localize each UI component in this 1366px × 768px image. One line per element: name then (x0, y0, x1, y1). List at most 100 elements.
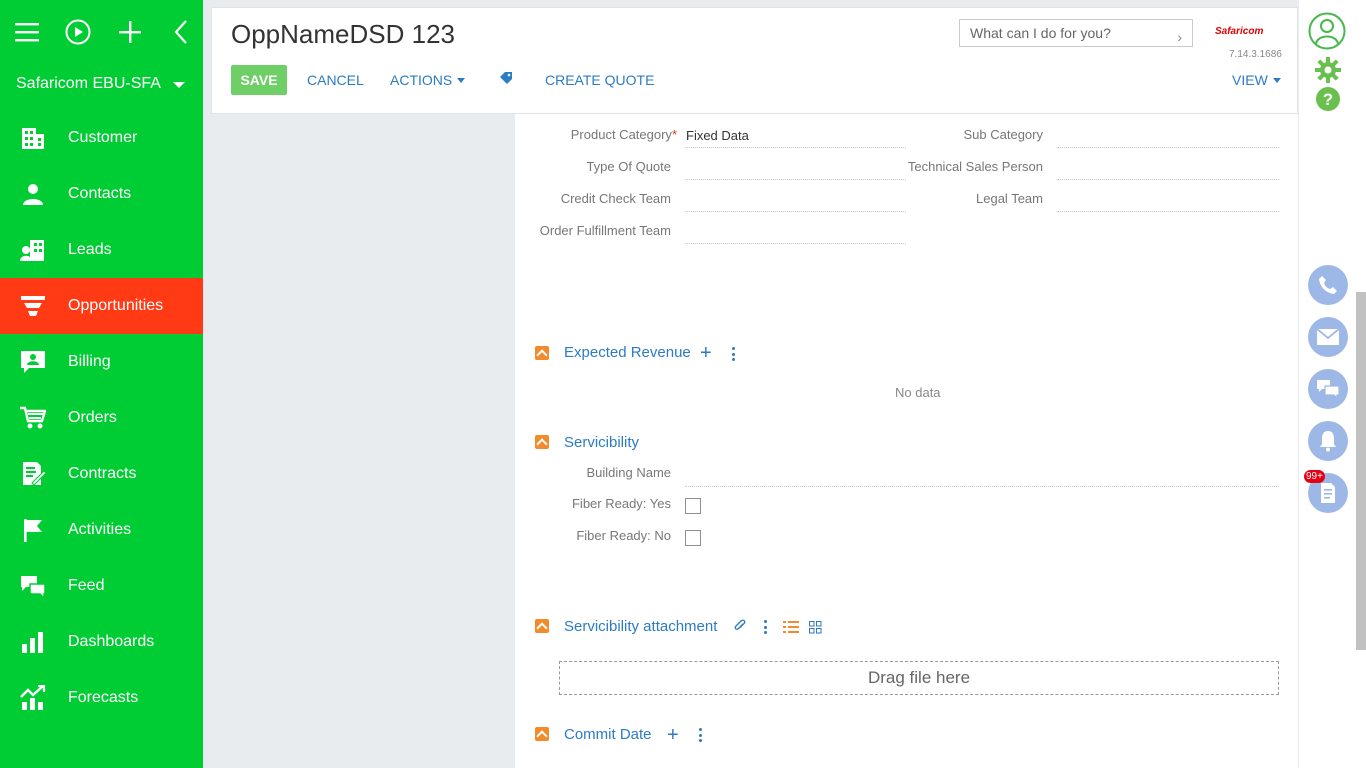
hamburger-menu-icon[interactable] (14, 18, 40, 46)
add-icon[interactable] (117, 18, 143, 46)
sidebar-item-contracts[interactable]: Contracts (0, 446, 203, 502)
person-icon (23, 184, 43, 205)
sidebar-toolbar (0, 0, 203, 64)
sidebar-item-label: Contracts (68, 465, 137, 482)
save-button[interactable]: SAVE (231, 65, 287, 95)
version-label: 7.14.3.1686 (1229, 49, 1282, 60)
type-of-quote-field[interactable] (685, 179, 906, 180)
fiber-ready-yes-label: Fiber Ready: Yes (571, 496, 671, 511)
contract-icon (23, 462, 46, 486)
sidebar-item-orders[interactable]: Orders (0, 390, 203, 446)
sidebar-item-label: Billing (68, 353, 111, 370)
bar-chart-icon (22, 632, 43, 653)
expected-revenue-more-icon[interactable] (731, 347, 735, 361)
chat-icon (21, 576, 46, 599)
cancel-button[interactable]: CANCEL (307, 72, 364, 88)
workspace-label: Safaricom EBU-SFA (16, 75, 161, 92)
fiber-ready-no-checkbox[interactable] (685, 530, 701, 546)
technical-sales-person-label: Technical Sales Person (907, 159, 1043, 174)
commit-date-collapse-icon[interactable] (535, 727, 549, 741)
view-label: VIEW (1232, 72, 1268, 88)
sidebar-item-activities[interactable]: Activities (0, 502, 203, 558)
play-process-icon[interactable] (65, 18, 91, 46)
chevron-right-icon: › (1177, 29, 1182, 45)
sidebar-item-label: Feed (68, 577, 105, 594)
sidebar-item-label: Orders (68, 409, 117, 426)
sub-category-field[interactable] (1057, 147, 1279, 148)
phone-icon[interactable] (1308, 265, 1348, 305)
servicibility-title[interactable]: Servicibility (564, 434, 639, 451)
credit-check-team-field[interactable] (685, 211, 906, 212)
sidebar-item-billing[interactable]: Billing (0, 334, 203, 390)
workspace-selector[interactable]: Safaricom EBU-SFA (0, 64, 203, 104)
billing-icon (21, 351, 45, 373)
cart-icon (20, 406, 46, 429)
sidebar-item-customer[interactable]: Customer (0, 110, 203, 166)
paperclip-icon[interactable] (734, 619, 746, 638)
sidebar-item-label: Dashboards (68, 633, 155, 650)
sidebar-item-contacts[interactable]: Contacts (0, 166, 203, 222)
mail-icon[interactable] (1308, 317, 1348, 357)
servicibility-attachment-collapse-icon[interactable] (535, 619, 549, 633)
file-dropzone[interactable]: Drag file here (559, 661, 1279, 695)
view-button[interactable]: VIEW (1232, 72, 1281, 88)
sidebar-item-opportunities[interactable]: Opportunities (0, 278, 203, 334)
avatar-icon[interactable] (1308, 12, 1346, 55)
expected-revenue-empty-text: No data (895, 385, 941, 400)
commit-date-more-icon[interactable] (698, 728, 702, 742)
create-quote-button[interactable]: CREATE QUOTE (545, 72, 654, 88)
fiber-ready-yes-checkbox[interactable] (685, 498, 701, 514)
technical-sales-person-field[interactable] (1057, 179, 1279, 180)
expected-revenue-collapse-icon[interactable] (535, 346, 549, 360)
chat-icon[interactable] (1308, 369, 1348, 409)
servicibility-collapse-icon[interactable] (535, 435, 549, 449)
sidebar-item-label: Contacts (68, 185, 132, 202)
safaricom-logo: Safaricom (1215, 26, 1263, 37)
grid-view-icon[interactable] (809, 621, 822, 639)
logo-text: Safaricom (1215, 26, 1264, 37)
vertical-scrollbar[interactable] (1356, 292, 1366, 650)
flag-icon (24, 519, 42, 542)
order-fulfillment-team-label: Order Fulfillment Team (539, 223, 671, 238)
product-category-field[interactable] (685, 147, 906, 148)
fiber-ready-no-label: Fiber Ready: No (576, 528, 671, 543)
actions-label: ACTIONS (390, 72, 453, 88)
svg-text:?: ? (1323, 90, 1333, 109)
sidebar-item-feed[interactable]: Feed (0, 558, 203, 614)
right-panel: ? 99+ (1299, 0, 1366, 768)
funnel-icon (21, 296, 45, 316)
sidebar-item-forecasts[interactable]: Forecasts (0, 670, 203, 726)
servicibility-attachment-title[interactable]: Servicibility attachment (564, 618, 717, 635)
actions-button[interactable]: ACTIONS (390, 72, 466, 88)
attachment-more-icon[interactable] (763, 620, 767, 634)
sidebar-item-label: Leads (68, 241, 112, 258)
commit-date-title[interactable]: Commit Date (564, 726, 652, 743)
sidebar-item-label: Forecasts (68, 689, 139, 706)
building-name-field[interactable] (685, 486, 1279, 487)
order-fulfillment-team-field[interactable] (685, 243, 906, 244)
search-input[interactable]: What can I do for you? › (959, 19, 1193, 47)
sidebar-item-dashboards[interactable]: Dashboards (0, 614, 203, 670)
expected-revenue-title[interactable]: Expected Revenue (564, 344, 691, 361)
sidebar-item-label: Opportunities (68, 297, 164, 314)
gear-icon[interactable] (1315, 57, 1341, 88)
page-title: OppNameDSD 123 (231, 19, 455, 49)
add-expected-revenue-icon[interactable]: + (700, 343, 712, 363)
dropzone-text: Drag file here (867, 668, 971, 687)
sidebar-item-leads[interactable]: Leads (0, 222, 203, 278)
legal-team-field[interactable] (1057, 211, 1279, 212)
product-category-label: Product Category* (570, 127, 677, 142)
type-of-quote-label: Type Of Quote (586, 159, 671, 174)
add-commit-date-icon[interactable]: + (667, 725, 679, 745)
tag-icon[interactable] (499, 71, 513, 88)
chevron-down-icon (457, 77, 466, 83)
collapse-chevron-left-icon[interactable] (168, 18, 194, 46)
bell-icon[interactable] (1308, 421, 1348, 461)
sidebar-item-label: Customer (68, 129, 138, 146)
search-placeholder: What can I do for you? (970, 25, 1111, 41)
product-category-value[interactable]: Fixed Data (686, 128, 749, 143)
forecast-icon (20, 685, 46, 710)
sidebar: Safaricom EBU-SFA Customer Contacts Lead… (0, 0, 203, 768)
help-icon[interactable]: ? (1315, 86, 1341, 117)
list-view-icon[interactable] (783, 620, 799, 639)
